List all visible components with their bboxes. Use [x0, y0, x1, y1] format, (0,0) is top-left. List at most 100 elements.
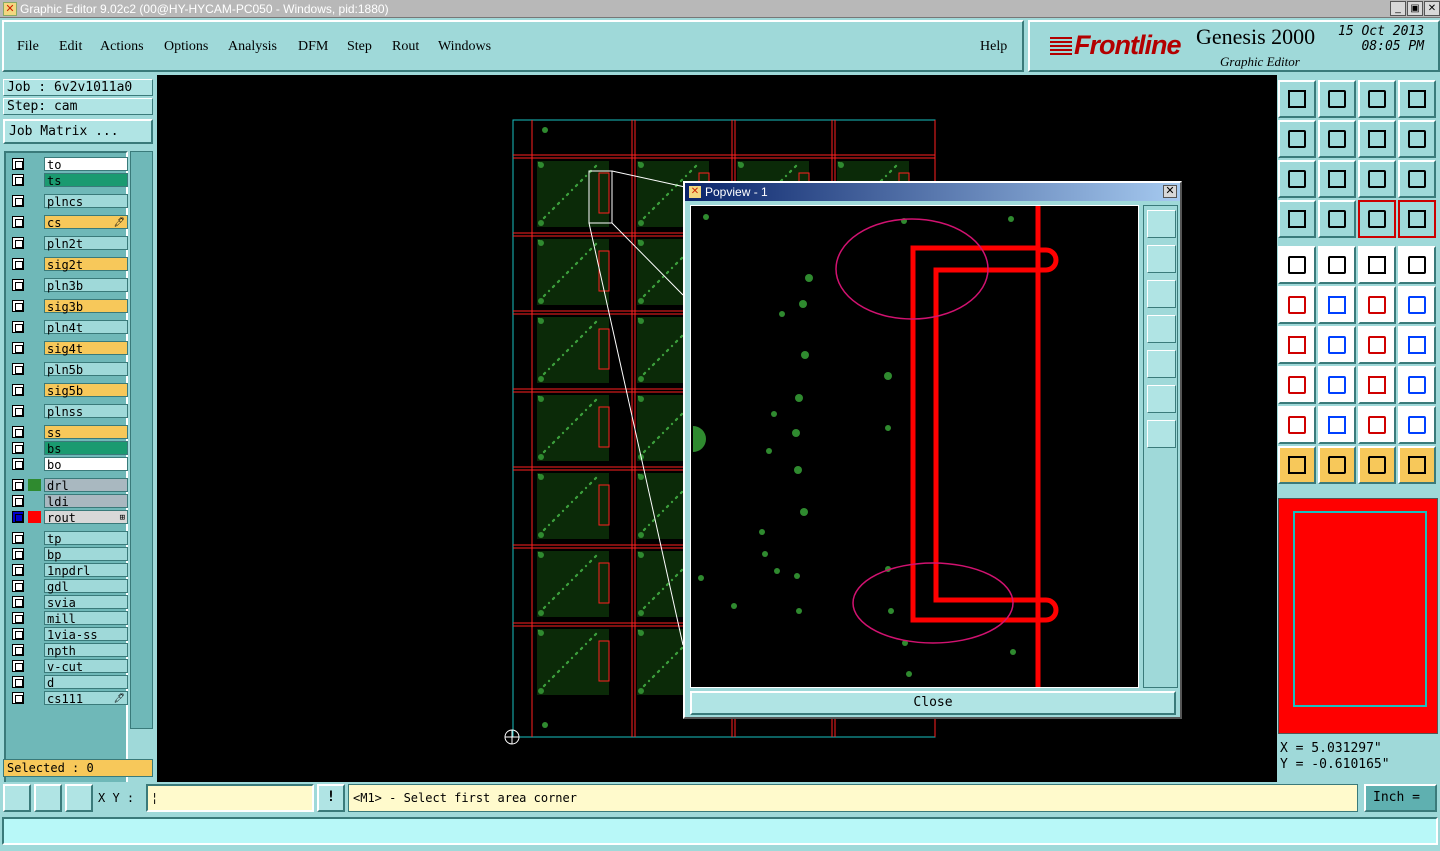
- menu-step[interactable]: Step: [347, 39, 372, 55]
- layer-name[interactable]: plnss: [44, 404, 128, 419]
- add-pad-icon[interactable]: [1278, 246, 1316, 284]
- menu-actions[interactable]: Actions: [100, 39, 144, 55]
- help-icon[interactable]: [1398, 160, 1436, 198]
- layer-name[interactable]: ts: [44, 173, 128, 188]
- layer-name[interactable]: to: [44, 157, 128, 172]
- popview-close-icon[interactable]: ✕: [1163, 185, 1177, 198]
- layer-row-sig5b[interactable]: sig5b: [10, 383, 128, 398]
- layer-row-rout[interactable]: rout ⊞: [10, 510, 128, 525]
- layer-row-sig2t[interactable]: sig2t: [10, 257, 128, 272]
- menu-rout[interactable]: Rout: [392, 39, 419, 55]
- layer-row-drl[interactable]: drl: [10, 478, 128, 493]
- layer-name[interactable]: pln5b: [44, 362, 128, 377]
- layer-row-pln5b[interactable]: pln5b: [10, 362, 128, 377]
- layer-checkbox[interactable]: [12, 580, 24, 592]
- layer-checkbox[interactable]: [12, 258, 24, 270]
- layer-unlink-icon[interactable]: [1398, 200, 1436, 238]
- menu-edit[interactable]: Edit: [59, 39, 82, 55]
- overview-preview[interactable]: [1278, 498, 1438, 734]
- layer-name[interactable]: plncs: [44, 194, 128, 209]
- layer-name[interactable]: pln4t: [44, 320, 128, 335]
- triangle-edit-icon[interactable]: [1318, 406, 1356, 444]
- job-matrix-button[interactable]: Job Matrix ...: [3, 119, 153, 144]
- move-node2-icon[interactable]: [1398, 286, 1436, 324]
- angle-icon[interactable]: [1278, 326, 1316, 364]
- home-icon[interactable]: [1358, 80, 1396, 118]
- layer-checkbox[interactable]: [12, 660, 24, 672]
- layer-row-tp[interactable]: tp: [10, 531, 128, 546]
- layer-name[interactable]: cs111 🖊: [44, 691, 128, 706]
- scale-1-2-icon[interactable]: [1358, 160, 1396, 198]
- layer-row-gdl[interactable]: gdl: [10, 579, 128, 594]
- window-icon[interactable]: [1398, 80, 1436, 118]
- open-job-icon[interactable]: [1278, 80, 1316, 118]
- layer-row-v-cut[interactable]: v-cut: [10, 659, 128, 674]
- layer-name[interactable]: ldi: [44, 494, 128, 509]
- layer-name[interactable]: sig3b: [44, 299, 128, 314]
- layer-checkbox[interactable]: [12, 405, 24, 417]
- layer-list-scrollbar[interactable]: [130, 151, 153, 729]
- layer-name[interactable]: pln2t: [44, 236, 128, 251]
- layer-checkbox[interactable]: [12, 532, 24, 544]
- add-line-icon[interactable]: [1318, 246, 1356, 284]
- layer-row-cs[interactable]: cs 🖊: [10, 215, 128, 230]
- layer-name[interactable]: v-cut: [44, 659, 128, 674]
- popview-pan-right-icon[interactable]: [1147, 350, 1176, 378]
- zoom-left-icon[interactable]: [1278, 120, 1316, 158]
- break-icon[interactable]: [1318, 366, 1356, 404]
- menu-analysis[interactable]: Analysis: [228, 39, 277, 55]
- layer-checkbox[interactable]: [12, 479, 24, 491]
- popview-zoom-up-icon[interactable]: [1147, 245, 1176, 273]
- layer-row-1via-ss[interactable]: 1via-ss: [10, 627, 128, 642]
- measure-ruler-icon[interactable]: [1358, 246, 1396, 284]
- layer-row-npth[interactable]: npth: [10, 643, 128, 658]
- minimize-button[interactable]: _: [1390, 1, 1406, 16]
- layer-row-ts[interactable]: ts: [10, 173, 128, 188]
- menu-windows[interactable]: Windows: [438, 39, 491, 55]
- snap-icon[interactable]: [1278, 200, 1316, 238]
- slash-icon[interactable]: [1318, 326, 1356, 364]
- layer-row-bo[interactable]: bo: [10, 457, 128, 472]
- triangle-move-icon[interactable]: [1358, 406, 1396, 444]
- layer-name[interactable]: mill: [44, 611, 128, 626]
- feature-add-icon[interactable]: [1278, 366, 1316, 404]
- layer-checkbox[interactable]: [12, 596, 24, 608]
- measure-icon[interactable]: [34, 784, 62, 812]
- layer-row-cs111[interactable]: cs111 🖊: [10, 691, 128, 706]
- layer-row-mill[interactable]: mill: [10, 611, 128, 626]
- layer-name[interactable]: tp: [44, 531, 128, 546]
- layer-name[interactable]: cs 🖊: [44, 215, 128, 230]
- layer-row-ss[interactable]: ss: [10, 425, 128, 440]
- layer-name[interactable]: 1via-ss: [44, 627, 128, 642]
- layer-checkbox[interactable]: [12, 363, 24, 375]
- layer-checkbox[interactable]: [12, 158, 24, 170]
- layer-name[interactable]: npth: [44, 643, 128, 658]
- triangle-cross-icon[interactable]: [1398, 406, 1436, 444]
- layer-row-pln4t[interactable]: pln4t: [10, 320, 128, 335]
- layer-row-1npdrl[interactable]: 1npdrl: [10, 563, 128, 578]
- layer-checkbox[interactable]: [12, 237, 24, 249]
- layer-name[interactable]: gdl: [44, 579, 128, 594]
- redraw-icon[interactable]: [1398, 120, 1436, 158]
- select-box-icon[interactable]: [1318, 446, 1356, 484]
- close-window-button[interactable]: ✕: [1424, 1, 1440, 16]
- layer-name[interactable]: bp: [44, 547, 128, 562]
- layer-row-to[interactable]: to: [10, 157, 128, 172]
- layer-row-ldi[interactable]: ldi: [10, 494, 128, 509]
- layer-row-plnss[interactable]: plnss: [10, 404, 128, 419]
- resize-icon[interactable]: [1358, 366, 1396, 404]
- layer-row-svia[interactable]: svia: [10, 595, 128, 610]
- layer-name[interactable]: 1npdrl: [44, 563, 128, 578]
- layer-row-sig4t[interactable]: sig4t: [10, 341, 128, 356]
- layer-name[interactable]: bo: [44, 457, 128, 472]
- layer-checkbox[interactable]: [12, 174, 24, 186]
- layer-checkbox[interactable]: [12, 628, 24, 640]
- shapes-icon[interactable]: [1398, 366, 1436, 404]
- layer-name[interactable]: d: [44, 675, 128, 690]
- popview-center-icon[interactable]: [1147, 420, 1176, 448]
- layer-checkbox[interactable]: [12, 692, 24, 704]
- grid-icon[interactable]: [1318, 200, 1356, 238]
- layer-checkbox[interactable]: [12, 612, 24, 624]
- layer-checkbox[interactable]: [12, 548, 24, 560]
- layer-checkbox[interactable]: [12, 216, 24, 228]
